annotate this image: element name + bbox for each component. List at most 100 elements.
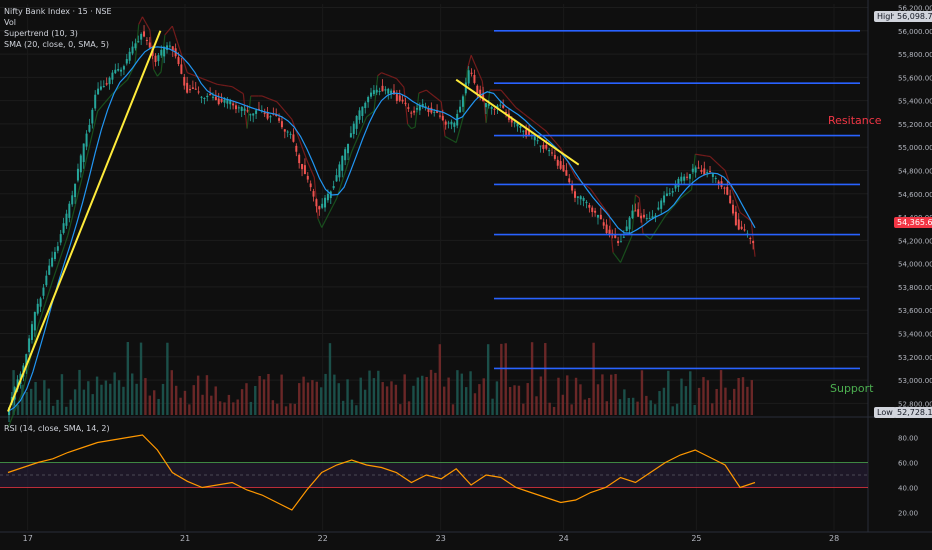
candle-body xyxy=(361,106,364,116)
candle-body xyxy=(223,99,226,103)
y-tick-label: 53,600.00 xyxy=(898,307,932,315)
volume-bar xyxy=(658,391,661,415)
volume-bar xyxy=(249,401,253,415)
y-tick-label: 53,400.00 xyxy=(898,330,932,338)
candle-body xyxy=(726,187,729,195)
volume-bar xyxy=(429,369,433,415)
candle-body xyxy=(605,224,608,234)
volume-bar xyxy=(381,382,384,415)
candle-body xyxy=(94,94,97,109)
volume-bar xyxy=(289,403,292,415)
volume-bar xyxy=(161,383,165,415)
volume-bar xyxy=(486,344,490,415)
candle-body xyxy=(183,76,186,86)
candle-body xyxy=(737,219,740,230)
volume-bar xyxy=(425,376,428,415)
candle-body xyxy=(91,109,94,124)
candle-body xyxy=(513,122,516,124)
volume-bar xyxy=(258,375,261,415)
volume-bar xyxy=(218,401,222,415)
volume-bar xyxy=(346,379,349,415)
volume-bar xyxy=(662,387,666,415)
candle-body xyxy=(364,102,367,109)
candle-body xyxy=(200,96,203,98)
candle-body xyxy=(694,167,697,173)
candle-body xyxy=(105,83,108,85)
volume-bar xyxy=(614,374,617,415)
volume-bar xyxy=(636,401,639,415)
volume-bar xyxy=(750,380,754,415)
volume-bar xyxy=(60,374,64,415)
supertrend-line xyxy=(695,153,700,156)
volume-bar xyxy=(649,400,652,415)
candle-body xyxy=(157,55,160,62)
rsi-y-tick-label: 40.00 xyxy=(898,485,918,493)
volume-bar xyxy=(298,383,301,415)
candle-body xyxy=(559,161,562,169)
candle-body xyxy=(349,133,352,138)
candle-body xyxy=(619,241,622,243)
volume-bar xyxy=(144,378,147,415)
rsi-y-tick-label: 20.00 xyxy=(898,510,918,518)
volume-bar xyxy=(350,399,354,415)
y-tick-label: 53,200.00 xyxy=(898,354,932,362)
candle-body xyxy=(375,89,378,93)
volume-bar xyxy=(689,371,692,415)
candle-body xyxy=(407,107,410,109)
candle-body xyxy=(433,111,436,113)
candle-body xyxy=(206,95,209,98)
volume-bar xyxy=(693,404,696,415)
candle-body xyxy=(660,200,663,209)
candle-body xyxy=(85,133,88,147)
candle-body xyxy=(542,144,545,149)
candle-body xyxy=(143,31,146,37)
candle-body xyxy=(76,168,79,181)
volume-bar xyxy=(403,374,406,415)
candle-body xyxy=(461,96,464,107)
candle-body xyxy=(237,107,240,109)
support-annotation: Support xyxy=(830,382,874,395)
candle-body xyxy=(450,121,453,125)
candle-body xyxy=(645,218,648,220)
volume-bar xyxy=(271,400,275,415)
candle-body xyxy=(62,223,65,233)
volume-bar xyxy=(566,375,569,415)
candle-body xyxy=(459,106,462,113)
candle-body xyxy=(415,108,418,110)
candle-body xyxy=(401,99,404,102)
candle-body xyxy=(642,214,645,218)
x-tick-label: 25 xyxy=(691,534,701,543)
candle-body xyxy=(562,164,565,172)
volume-bar xyxy=(530,342,534,415)
candle-body xyxy=(186,82,189,93)
candle-body xyxy=(476,85,479,94)
volume-bar xyxy=(109,383,112,415)
volume-bar xyxy=(737,377,740,415)
candle-body xyxy=(255,110,258,114)
volume-bar xyxy=(596,384,600,415)
candle-body xyxy=(140,33,143,40)
candle-body xyxy=(45,275,48,286)
candle-body xyxy=(700,169,703,172)
candle-body xyxy=(117,68,120,71)
candle-body xyxy=(189,89,192,91)
supertrend-line xyxy=(228,85,233,88)
volume-bar xyxy=(73,389,77,415)
candle-body xyxy=(306,175,309,180)
volume-bar xyxy=(552,406,556,415)
candle-body xyxy=(111,72,114,80)
volume-bar xyxy=(456,370,459,415)
volume-bar xyxy=(504,343,507,415)
candle-body xyxy=(48,265,51,275)
volume-bar xyxy=(122,386,125,415)
candle-body xyxy=(338,164,341,178)
volume-bar xyxy=(517,385,521,415)
candle-body xyxy=(438,115,441,117)
volume-bar xyxy=(675,403,679,415)
volume-bar xyxy=(302,376,305,415)
candle-body xyxy=(352,123,355,134)
candle-body xyxy=(177,57,180,65)
volume-bar xyxy=(126,342,130,415)
volume-bar xyxy=(236,399,239,415)
candle-body xyxy=(617,241,620,244)
